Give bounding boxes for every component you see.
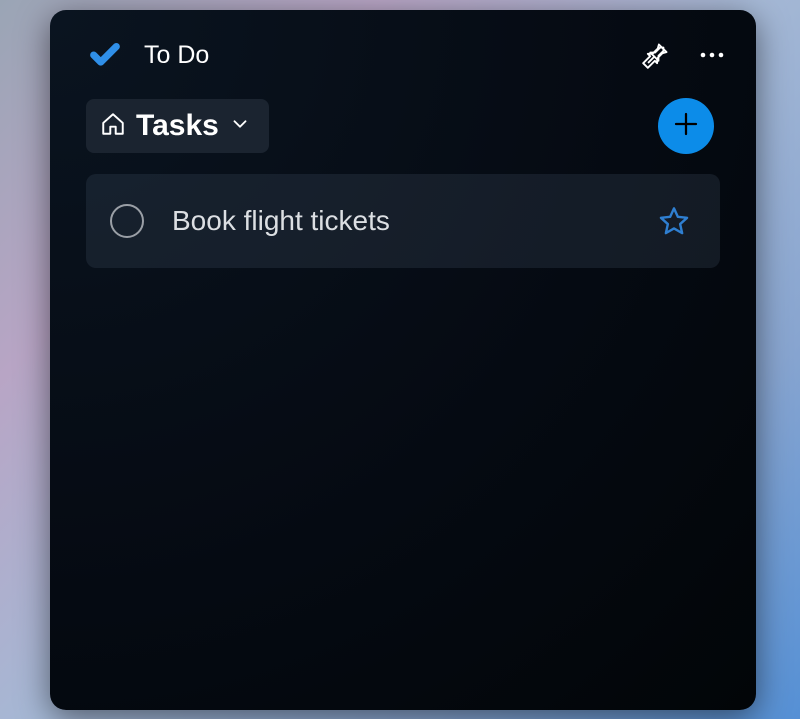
home-icon — [100, 111, 126, 142]
add-task-button[interactable] — [658, 98, 714, 154]
tasks-list: Book flight tickets — [50, 174, 756, 268]
chevron-down-icon — [229, 113, 251, 140]
plus-icon — [671, 109, 701, 144]
list-name: Tasks — [136, 109, 219, 143]
task-item[interactable]: Book flight tickets — [86, 174, 720, 268]
pin-icon[interactable] — [642, 41, 670, 69]
task-title: Book flight tickets — [172, 205, 630, 237]
widget-header: To Do — [50, 10, 756, 90]
list-selector-row: Tasks — [50, 90, 756, 174]
list-selector[interactable]: Tasks — [86, 99, 269, 153]
task-complete-checkbox[interactable] — [110, 204, 144, 238]
star-icon[interactable] — [658, 205, 690, 237]
app-title: To Do — [144, 41, 642, 70]
header-actions — [642, 41, 726, 69]
todo-widget: To Do — [50, 10, 756, 710]
more-icon[interactable] — [698, 50, 726, 60]
checkmark-icon — [88, 38, 122, 72]
